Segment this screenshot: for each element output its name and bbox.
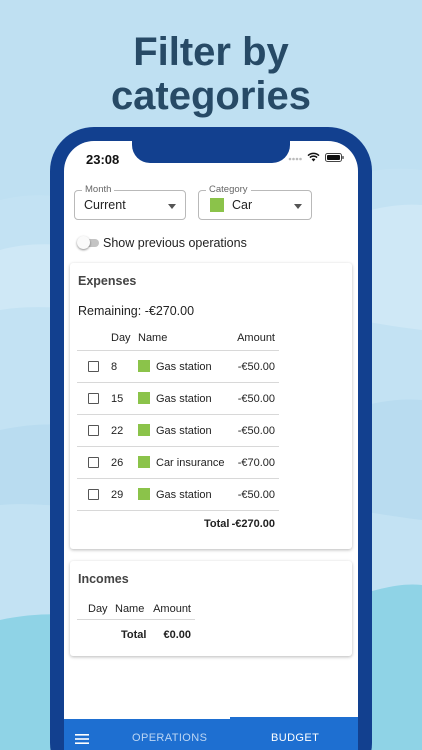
row-day: 29 [111, 489, 124, 501]
category-value: Car [232, 198, 253, 212]
category-label: Category [206, 184, 251, 196]
row-checkbox[interactable] [88, 489, 99, 500]
category-color-swatch [138, 360, 150, 372]
chevron-down-icon [168, 204, 176, 209]
expenses-total-value: -€270.00 [231, 518, 275, 530]
column-header-name: Name [138, 332, 168, 344]
column-header-day: Day [111, 332, 131, 344]
row-checkbox[interactable] [88, 393, 99, 404]
column-header-day: Day [88, 603, 108, 615]
hamburger-menu-icon[interactable] [75, 733, 89, 745]
row-amount: -€50.00 [237, 489, 275, 501]
expenses-title: Expenses [78, 274, 137, 288]
status-icons [288, 152, 344, 162]
battery-icon [325, 152, 344, 162]
row-checkbox[interactable] [88, 457, 99, 468]
incomes-total-label: Total [121, 629, 147, 641]
row-checkbox[interactable] [88, 425, 99, 436]
expenses-table: Day Name Amount 8 Gas station -€50.00 15… [77, 329, 279, 530]
expenses-card: Expenses Remaining: -€270.00 Day Name Am… [70, 263, 352, 549]
category-select[interactable]: Category Car [198, 184, 312, 220]
column-header-name: Name [115, 603, 145, 615]
status-time: 23:08 [86, 152, 120, 167]
expenses-table-header: Day Name Amount [77, 329, 279, 351]
row-name: Gas station [156, 393, 212, 405]
phone-screen: 23:08 Month Current Category Car Show pr… [64, 141, 358, 750]
column-header-amount: Amount [153, 603, 191, 615]
expense-row[interactable]: 22 Gas station -€50.00 [77, 415, 279, 447]
incomes-card: Incomes Day Name Amount Total €0.00 [70, 561, 352, 656]
month-value: Current [84, 198, 126, 212]
nav-tab-indicator [64, 717, 230, 719]
month-select[interactable]: Month Current [74, 184, 186, 220]
wifi-icon [307, 152, 320, 162]
headline-line-1: Filter by [133, 30, 289, 74]
row-amount: -€50.00 [237, 425, 275, 437]
headline: Filter by categories [0, 30, 422, 118]
toggle-knob [77, 236, 90, 249]
category-color-swatch [138, 488, 150, 500]
row-name: Car insurance [156, 457, 225, 469]
month-label: Month [82, 184, 115, 196]
nav-tab-operations[interactable]: OPERATIONS [132, 732, 207, 744]
chevron-down-icon [294, 204, 302, 209]
category-color-swatch [138, 456, 150, 468]
expense-row[interactable]: 8 Gas station -€50.00 [77, 351, 279, 383]
category-color-swatch [138, 424, 150, 436]
expenses-total-label: Total [204, 518, 230, 530]
incomes-table: Day Name Amount Total €0.00 [77, 598, 195, 648]
incomes-total-value: €0.00 [163, 629, 191, 641]
expense-row[interactable]: 26 Car insurance -€70.00 [77, 447, 279, 479]
category-color-swatch [210, 198, 224, 212]
row-day: 22 [111, 425, 124, 437]
bottom-navigation: OPERATIONS BUDGET [64, 717, 358, 750]
category-color-swatch [138, 392, 150, 404]
row-day: 8 [111, 361, 118, 373]
show-previous-toggle[interactable] [77, 236, 99, 249]
remaining-amount: Remaining: -€270.00 [78, 304, 195, 318]
expense-row[interactable]: 29 Gas station -€50.00 [77, 479, 279, 511]
phone-notch [132, 141, 290, 163]
headline-line-2: categories [110, 74, 312, 118]
row-amount: -€50.00 [237, 393, 275, 405]
row-day: 26 [111, 457, 124, 469]
show-previous-label: Show previous operations [103, 236, 247, 250]
column-header-amount: Amount [237, 332, 275, 344]
row-amount: -€70.00 [237, 457, 275, 469]
row-amount: -€50.00 [237, 361, 275, 373]
row-name: Gas station [156, 489, 212, 501]
row-name: Gas station [156, 361, 212, 373]
incomes-table-header: Day Name Amount [77, 598, 195, 620]
signal-icon [288, 157, 302, 161]
nav-tab-budget[interactable]: BUDGET [271, 732, 319, 744]
row-checkbox[interactable] [88, 361, 99, 372]
row-name: Gas station [156, 425, 212, 437]
row-day: 15 [111, 393, 124, 405]
incomes-title: Incomes [78, 572, 129, 586]
expense-row[interactable]: 15 Gas station -€50.00 [77, 383, 279, 415]
